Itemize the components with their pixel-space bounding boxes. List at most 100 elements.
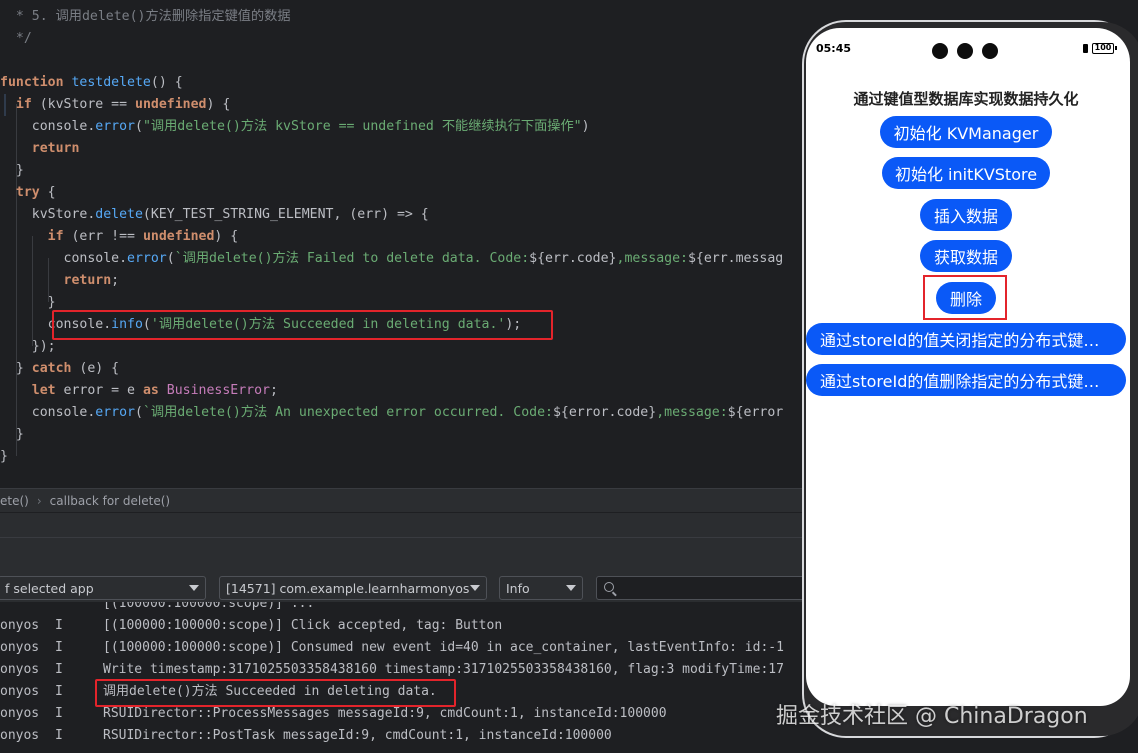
log-tag: onyos bbox=[0, 706, 40, 721]
code-token: `调用delete()方法 An unexpected error occurr… bbox=[142, 405, 553, 420]
log-level-value: Info bbox=[506, 580, 530, 596]
code-token: delete bbox=[95, 207, 143, 222]
app-title: 通过键值型数据库实现数据持久化 bbox=[853, 90, 1079, 108]
camera-icon bbox=[957, 43, 973, 59]
highlight-box-delete bbox=[923, 275, 1007, 320]
code-token: testdelete bbox=[71, 75, 151, 90]
highlight-box-log bbox=[95, 679, 456, 707]
code-token: return bbox=[63, 273, 112, 288]
code-token: return bbox=[31, 141, 80, 156]
code-token: } bbox=[0, 163, 24, 178]
code-token: } bbox=[0, 449, 8, 464]
code-token: error bbox=[127, 251, 167, 266]
log-lvl: I bbox=[55, 662, 63, 677]
phone-screen: 05:45 100 通过键值型数据库实现数据持久化 初始化 KVManager … bbox=[806, 28, 1130, 706]
code-line: } catch (e) { bbox=[0, 358, 119, 380]
camera-icon bbox=[982, 43, 998, 59]
code-token: console. bbox=[0, 405, 96, 420]
log-lvl: I bbox=[55, 728, 63, 743]
code-token: */ bbox=[0, 31, 32, 46]
code-token: ) { bbox=[214, 229, 239, 244]
code-line: try { bbox=[0, 182, 56, 204]
camera-icon bbox=[932, 43, 948, 59]
log-tag: onyos bbox=[0, 618, 40, 633]
code-token: ( bbox=[166, 251, 175, 266]
code-token: (KEY_TEST_STRING_ELEMENT, (err) => { bbox=[142, 207, 429, 222]
process-value: [14571] com.example.learnharmonyos bbox=[226, 580, 470, 596]
close-kvstore-button[interactable]: 通过storeId的值关闭指定的分布式键… bbox=[806, 323, 1126, 355]
code-token: { bbox=[39, 185, 56, 200]
code-token: `调用delete()方法 Failed to delete data. Cod… bbox=[174, 251, 530, 266]
log-lvl: I bbox=[55, 640, 63, 655]
init-kvmanager-button[interactable]: 初始化 KVManager bbox=[880, 116, 1052, 148]
code-token: ; bbox=[111, 273, 120, 288]
code-token: } bbox=[0, 361, 32, 376]
process-dropdown[interactable]: [14571] com.example.learnharmonyos bbox=[219, 576, 487, 600]
code-token: if bbox=[47, 229, 64, 244]
code-line: } bbox=[0, 160, 24, 182]
code-line: console.error(`调用delete()方法 Failed to de… bbox=[0, 248, 784, 270]
code-token: ${error.code} bbox=[552, 405, 657, 420]
code-token: undefined bbox=[135, 97, 207, 112]
search-icon bbox=[604, 582, 614, 592]
code-token: as bbox=[142, 383, 159, 398]
breadcrumb: ete() › callback for delete() bbox=[0, 488, 802, 512]
delete-kvstore-button[interactable]: 通过storeId的值删除指定的分布式键… bbox=[806, 364, 1126, 396]
get-data-button[interactable]: 获取数据 bbox=[920, 240, 1012, 272]
code-line: */ bbox=[0, 28, 32, 50]
app-filter-value: f selected app bbox=[5, 580, 94, 596]
log-msg: [(100000:100000:scope)] ... bbox=[103, 602, 315, 611]
log-msg: [(100000:100000:scope)] Consumed new eve… bbox=[103, 640, 784, 655]
code-token: console. bbox=[0, 119, 96, 134]
code-line: function testdelete() { bbox=[0, 72, 183, 94]
chevron-down-icon bbox=[566, 585, 576, 591]
log-msg: RSUIDirector::PostTask messageId:9, cmdC… bbox=[103, 728, 612, 743]
code-line: console.error(`调用delete()方法 An unexpecte… bbox=[0, 402, 783, 424]
log-search-input[interactable] bbox=[596, 576, 806, 600]
code-token: (kvStore == bbox=[31, 97, 135, 112]
signal-icon bbox=[1083, 44, 1088, 53]
code-line: kvStore.delete(KEY_TEST_STRING_ELEMENT, … bbox=[0, 204, 429, 226]
log-output[interactable]: [(100000:100000:scope)] ... onyos I [(10000… bbox=[0, 602, 802, 753]
code-token: ; bbox=[270, 383, 278, 398]
code-token: ,message: bbox=[616, 251, 688, 266]
code-editor[interactable]: * 5. 调用delete()方法删除指定键值的数据 */ function te… bbox=[0, 0, 802, 488]
divider bbox=[0, 537, 802, 538]
code-token: ${error bbox=[727, 405, 784, 420]
status-time: 05:45 bbox=[816, 42, 852, 55]
breadcrumb-item-callback[interactable]: callback for delete() bbox=[50, 494, 170, 508]
code-token: "调用delete()方法 kvStore == undefined 不能继续执… bbox=[142, 119, 582, 134]
code-token: ( bbox=[134, 405, 143, 420]
code-token: error = e bbox=[55, 383, 143, 398]
log-tag: onyos bbox=[0, 728, 40, 743]
breadcrumb-item-function[interactable]: ete() bbox=[0, 494, 29, 508]
app-filter-dropdown[interactable]: f selected app bbox=[0, 576, 206, 600]
code-token: BusinessError bbox=[166, 383, 270, 398]
code-token: } bbox=[0, 427, 24, 442]
code-line: return; bbox=[0, 270, 120, 292]
log-msg: Write timestamp:3171025503358438160 time… bbox=[103, 662, 784, 677]
code-line: * 5. 调用delete()方法删除指定键值的数据 bbox=[0, 6, 291, 28]
insert-data-button[interactable]: 插入数据 bbox=[920, 199, 1012, 231]
code-line: console.error("调用delete()方法 kvStore == u… bbox=[0, 116, 590, 138]
code-token: (e) { bbox=[71, 361, 120, 376]
init-kvstore-button[interactable]: 初始化 initKVStore bbox=[882, 157, 1050, 189]
code-token: * 5. 调用delete()方法删除指定键值的数据 bbox=[0, 9, 291, 24]
chevron-down-icon bbox=[470, 585, 480, 591]
chevron-right-icon: › bbox=[36, 493, 42, 508]
code-line: } bbox=[0, 446, 8, 468]
code-token: function bbox=[0, 75, 72, 90]
log-level-dropdown[interactable]: Info bbox=[499, 576, 583, 600]
log-msg: [(100000:100000:scope)] Click accepted, … bbox=[103, 618, 503, 633]
code-token: kvStore. bbox=[0, 207, 96, 222]
log-tag: onyos bbox=[0, 684, 40, 699]
chevron-down-icon bbox=[189, 585, 199, 591]
code-token: console. bbox=[0, 251, 128, 266]
